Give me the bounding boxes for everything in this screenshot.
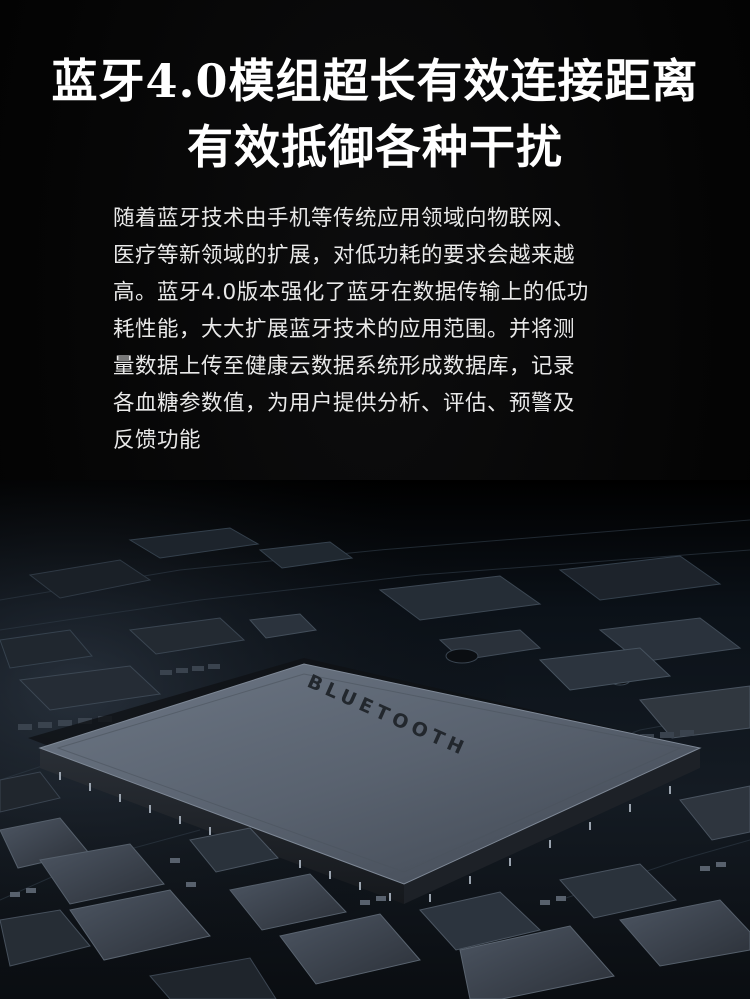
description-line: 反馈功能 [113,428,202,453]
description-line: 耗性能，大大扩展蓝牙技术的应用范围。并将测 [113,317,576,342]
description-line: 高。蓝牙4.0版本强化了蓝牙在数据传输上的低功 [113,280,589,305]
circuit-board-illustration: BLUETOOTH [0,480,750,999]
headline-line-1: 蓝牙4.0模组超长有效连接距离 [51,54,699,108]
circuit-board-svg: BLUETOOTH [0,480,750,999]
description-paragraph: 随着蓝牙技术由手机等传统应用领域向物联网、 医疗等新领域的扩展，对低功耗的要求会… [113,200,673,459]
description-line: 各血糖参数值，为用户提供分析、评估、预警及 [113,391,576,416]
description-line: 量数据上传至健康云数据系统形成数据库，记录 [113,354,576,379]
product-detail-page: 蓝牙4.0模组超长有效连接距离 有效抵御各种干扰 随着蓝牙技术由手机等传统应用领… [0,0,750,999]
headline-line-2: 有效抵御各种干扰 [187,120,563,174]
description-line: 医疗等新领域的扩展，对低功耗的要求会越来越 [113,243,576,268]
description-line: 随着蓝牙技术由手机等传统应用领域向物联网、 [113,206,576,231]
headline: 蓝牙4.0模组超长有效连接距离 有效抵御各种干扰 [0,48,750,180]
